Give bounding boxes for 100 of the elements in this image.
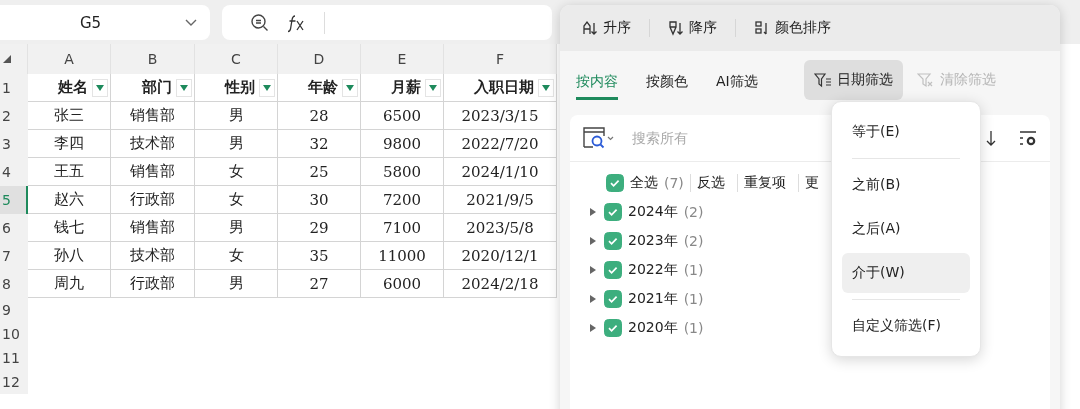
column-header[interactable]: D [278, 44, 361, 74]
expand-arrow-icon[interactable] [588, 236, 598, 246]
header-cell: 性别 [225, 78, 255, 97]
row-number[interactable]: 9 [0, 298, 28, 322]
column-header[interactable]: C [195, 44, 278, 74]
menu-item[interactable]: 之前(B) [842, 165, 970, 205]
item-count: (1) [683, 262, 704, 278]
search-icon[interactable] [582, 125, 616, 151]
table-cell: 5800 [361, 158, 444, 186]
column-header[interactable]: F [444, 44, 557, 74]
row-number[interactable]: 11 [0, 346, 28, 370]
table-cell: 2021/9/5 [444, 186, 557, 214]
sort-button[interactable]: 颜色排序 [750, 19, 835, 37]
sort-button[interactable]: 升序 [578, 19, 635, 37]
checkbox[interactable] [604, 203, 622, 221]
tab[interactable]: 按颜色 [646, 60, 688, 100]
menu-item[interactable]: 之后(A) [842, 209, 970, 249]
header-cell: 月薪 [391, 78, 421, 97]
name-box[interactable]: G5 [0, 5, 210, 40]
menu-item[interactable]: 介于(W) [842, 253, 970, 293]
select-all-label[interactable]: 全选 [630, 174, 658, 192]
row-number[interactable]: 8 [0, 270, 28, 298]
table-cell: 男 [195, 270, 278, 298]
tree-item-label[interactable]: 2024年 [628, 203, 678, 221]
item-count: (7) [664, 175, 684, 191]
table-cell: 28 [278, 102, 361, 130]
table-cell: 9800 [361, 130, 444, 158]
table-cell: 男 [195, 214, 278, 242]
sort-button[interactable]: 降序 [664, 19, 721, 37]
column-header[interactable]: A [28, 44, 111, 74]
checkbox[interactable] [606, 174, 624, 192]
sort-icon [668, 20, 684, 36]
table-cell: 6500 [361, 102, 444, 130]
table-cell: 李四 [28, 130, 111, 158]
zoom-out-icon[interactable] [250, 12, 270, 33]
filter-icon [813, 72, 832, 88]
table-cell: 7100 [361, 214, 444, 242]
row-number[interactable]: 2 [0, 102, 28, 130]
table-cell: 女 [195, 186, 278, 214]
checkbox[interactable] [604, 232, 622, 250]
list-action-link[interactable]: 重复项 [736, 174, 792, 192]
expand-arrow-icon[interactable] [588, 294, 598, 304]
menu-item[interactable]: 自定义筛选(F) [842, 306, 970, 346]
item-count: (2) [683, 204, 704, 220]
header-cell: 入职日期 [474, 78, 534, 97]
expand-arrow-icon[interactable] [588, 323, 598, 333]
filter-dropdown-icon[interactable] [92, 78, 108, 97]
header-cell: 姓名 [58, 78, 88, 97]
item-count: (2) [683, 233, 704, 249]
table-cell: 技术部 [111, 130, 195, 158]
column-header[interactable]: B [111, 44, 195, 74]
row-number[interactable]: 1 [0, 74, 28, 102]
row-number[interactable]: 3 [0, 130, 28, 158]
row-number[interactable]: 4 [0, 158, 28, 186]
table-cell: 销售部 [111, 158, 195, 186]
table-cell: 张三 [28, 102, 111, 130]
tree-item-label[interactable]: 2020年 [628, 319, 678, 337]
filter-dropdown-icon[interactable] [538, 78, 554, 97]
row-number[interactable]: 12 [0, 370, 28, 394]
filter-dropdown-icon[interactable] [342, 78, 358, 97]
list-action-link[interactable]: 更 [797, 174, 825, 192]
date-filter-button[interactable]: 日期筛选 [803, 60, 903, 100]
expand-arrow-icon[interactable] [588, 207, 598, 217]
header-cell: 部门 [142, 78, 172, 97]
arrow-down-icon[interactable] [984, 129, 998, 147]
checkbox[interactable] [604, 261, 622, 279]
table-cell: 2024/2/18 [444, 270, 557, 298]
item-count: (1) [683, 291, 704, 307]
filter-dropdown-icon[interactable] [425, 78, 441, 97]
chevron-down-icon [184, 17, 198, 28]
row-number[interactable]: 7 [0, 242, 28, 270]
list-action-link[interactable]: 反选 [689, 174, 731, 192]
table-cell: 钱七 [28, 214, 111, 242]
checkbox[interactable] [604, 290, 622, 308]
tab[interactable]: 按内容 [576, 60, 618, 100]
row-number[interactable]: 6 [0, 214, 28, 242]
expand-arrow-icon[interactable] [588, 265, 598, 275]
clear-filter-icon [916, 72, 935, 88]
table-cell: 2024/1/10 [444, 158, 557, 186]
table-cell: 女 [195, 158, 278, 186]
filter-dropdown-icon[interactable] [176, 78, 192, 97]
table-cell: 2020/12/1 [444, 242, 557, 270]
menu-item[interactable]: 等于(E) [842, 112, 970, 152]
table-cell: 行政部 [111, 186, 195, 214]
select-all-corner-icon[interactable] [2, 54, 12, 64]
tab[interactable]: AI筛选 [716, 60, 758, 100]
list-settings-icon[interactable] [1018, 129, 1038, 147]
tree-item-label[interactable]: 2021年 [628, 290, 678, 308]
tree-item-label[interactable]: 2022年 [628, 261, 678, 279]
table-cell: 男 [195, 130, 278, 158]
table-cell: 11000 [361, 242, 444, 270]
table-cell: 27 [278, 270, 361, 298]
row-number[interactable]: 10 [0, 322, 28, 346]
checkbox[interactable] [604, 319, 622, 337]
table-cell: 销售部 [111, 214, 195, 242]
column-header[interactable]: E [361, 44, 444, 74]
tree-item-label[interactable]: 2023年 [628, 232, 678, 250]
table-cell: 7200 [361, 186, 444, 214]
table-cell: 赵六 [28, 186, 111, 214]
filter-dropdown-icon[interactable] [259, 78, 275, 97]
